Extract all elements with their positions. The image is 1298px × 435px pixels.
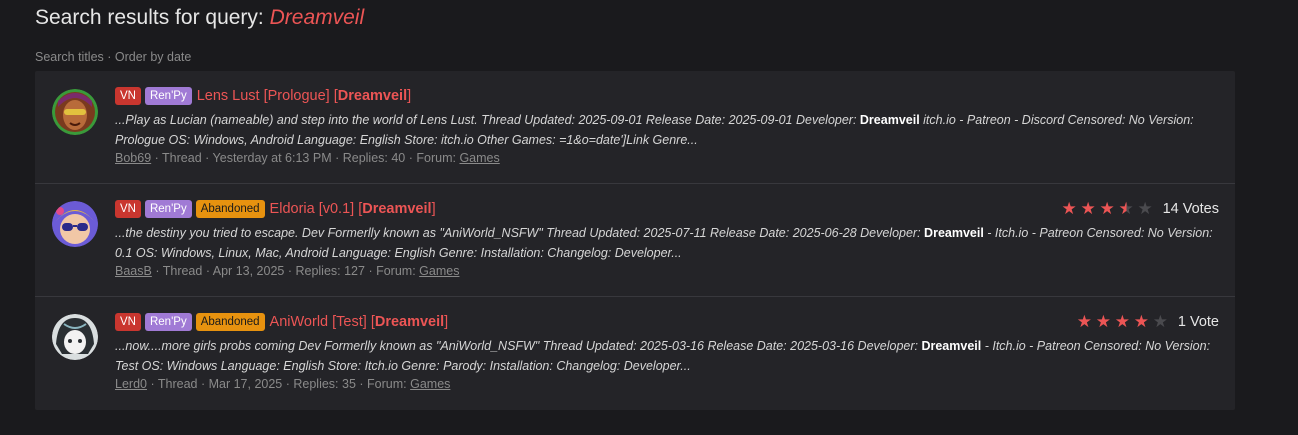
result-snippet: ...Play as Lucian (nameable) and step in… <box>115 111 1215 150</box>
reply-count: Replies: 40 <box>342 151 406 165</box>
search-titles-link[interactable]: Search titles <box>35 50 104 64</box>
tag-abandoned[interactable]: Abandoned <box>195 200 265 218</box>
author-link[interactable]: Lerd0 <box>115 377 147 391</box>
forum-label: Forum: <box>367 377 407 391</box>
reply-count: Replies: 127 <box>295 264 365 278</box>
thread-title-link[interactable]: Lens Lust [Prologue] [Dreamveil] <box>197 88 411 104</box>
tag-vn[interactable]: VN <box>115 87 141 105</box>
vote-count: 14 Votes <box>1162 201 1219 217</box>
forum-link[interactable]: Games <box>410 377 450 391</box>
thread-title-suffix: ] <box>431 201 436 217</box>
thread-title-suffix: ] <box>444 314 449 330</box>
post-date: Yesterday at 6:13 PM <box>212 151 332 165</box>
tag-renpy[interactable]: Ren'Py <box>144 200 192 218</box>
star-icon: ★ <box>1061 199 1077 218</box>
result-snippet: ...now....more girls probs coming Dev Fo… <box>115 337 1215 376</box>
result-row: VN Ren'Py Abandoned AniWorld [Test] [Dre… <box>35 297 1235 410</box>
snippet-before: ...Play as Lucian (nameable) and step in… <box>115 113 860 127</box>
star-icon: ★ <box>1080 199 1096 218</box>
thread-title-highlight: Dreamveil <box>362 201 432 217</box>
star-icon: ★ <box>1095 312 1111 331</box>
thread-title-suffix: ] <box>407 88 412 104</box>
search-options: Search titles · Order by date <box>35 50 191 64</box>
thread-title-highlight: Dreamveil <box>337 88 408 104</box>
result-meta: Lerd0 · Thread · Mar 17, 2025 · Replies:… <box>115 377 451 391</box>
result-meta: BaasB · Thread · Apr 13, 2025 · Replies:… <box>115 264 460 278</box>
author-link[interactable]: BaasB <box>115 264 152 278</box>
forum-label: Forum: <box>416 151 456 165</box>
separator: · <box>103 50 115 64</box>
star-empty-icon: ★ <box>1152 312 1168 331</box>
result-row: VN Ren'Py Abandoned Eldoria [v0.1] [Drea… <box>35 184 1235 297</box>
vote-count: 1 Vote <box>1177 314 1219 330</box>
thread-title-text: Lens Lust [Prologue] [ <box>196 88 338 104</box>
avatar[interactable] <box>52 89 98 135</box>
order-by-date-link[interactable]: Order by date <box>115 50 191 64</box>
content-type: Thread <box>162 264 203 278</box>
result-row: VN Ren'Py Lens Lust [Prologue] [Dreamvei… <box>35 71 1235 184</box>
page-title-prefix: Search results for query: <box>35 6 264 29</box>
thread-title-highlight: Dreamveil <box>374 314 445 330</box>
rating: ★ ★ ★ ★ ★ 1 Vote <box>1075 313 1219 331</box>
snippet-highlight: Dreamveil <box>924 226 984 240</box>
result-snippet: ...the destiny you tried to escape. Dev … <box>115 224 1215 263</box>
avatar[interactable] <box>52 201 98 247</box>
star-icon: ★ <box>1114 312 1130 331</box>
reply-count: Replies: 35 <box>293 377 356 391</box>
forum-link[interactable]: Games <box>419 264 459 278</box>
search-query: Dreamveil <box>269 6 365 29</box>
snippet-before: ...the destiny you tried to escape. Dev … <box>115 226 925 240</box>
tag-abandoned[interactable]: Abandoned <box>195 313 265 331</box>
snippet-highlight: Dreamveil <box>859 113 920 127</box>
thread-title-text: AniWorld [Test] [ <box>269 314 375 330</box>
post-date: Mar 17, 2025 <box>208 377 283 391</box>
forum-link[interactable]: Games <box>459 151 499 165</box>
content-type: Thread <box>157 377 198 391</box>
tag-vn[interactable]: VN <box>115 313 141 331</box>
star-icon: ★ <box>1133 312 1149 331</box>
thread-title-link[interactable]: Eldoria [v0.1] [Dreamveil] <box>270 201 436 217</box>
snippet-highlight: Dreamveil <box>921 339 982 353</box>
thread-title-text: Eldoria [v0.1] [ <box>269 201 363 217</box>
thread-title-link[interactable]: AniWorld [Test] [Dreamveil] <box>270 314 449 330</box>
page-title: Search results for query: Dreamveil <box>35 6 364 30</box>
search-results-list: VN Ren'Py Lens Lust [Prologue] [Dreamvei… <box>35 71 1235 410</box>
tag-renpy[interactable]: Ren'Py <box>144 87 192 105</box>
star-half-icon: ★ <box>1118 199 1134 218</box>
post-date: Apr 13, 2025 <box>212 264 285 278</box>
result-meta: Bob69 · Thread · Yesterday at 6:13 PM · … <box>115 151 500 165</box>
forum-label: Forum: <box>376 264 416 278</box>
rating: ★ ★ ★ ★ ★ 14 Votes <box>1060 200 1219 218</box>
star-empty-icon: ★ <box>1137 199 1153 218</box>
author-link[interactable]: Bob69 <box>115 151 151 165</box>
avatar[interactable] <box>52 314 98 360</box>
star-icon: ★ <box>1076 312 1092 331</box>
tag-renpy[interactable]: Ren'Py <box>144 313 192 331</box>
star-icon: ★ <box>1099 199 1115 218</box>
snippet-before: ...now....more girls probs coming Dev Fo… <box>115 339 922 353</box>
tag-vn[interactable]: VN <box>115 200 141 218</box>
content-type: Thread <box>162 151 202 165</box>
